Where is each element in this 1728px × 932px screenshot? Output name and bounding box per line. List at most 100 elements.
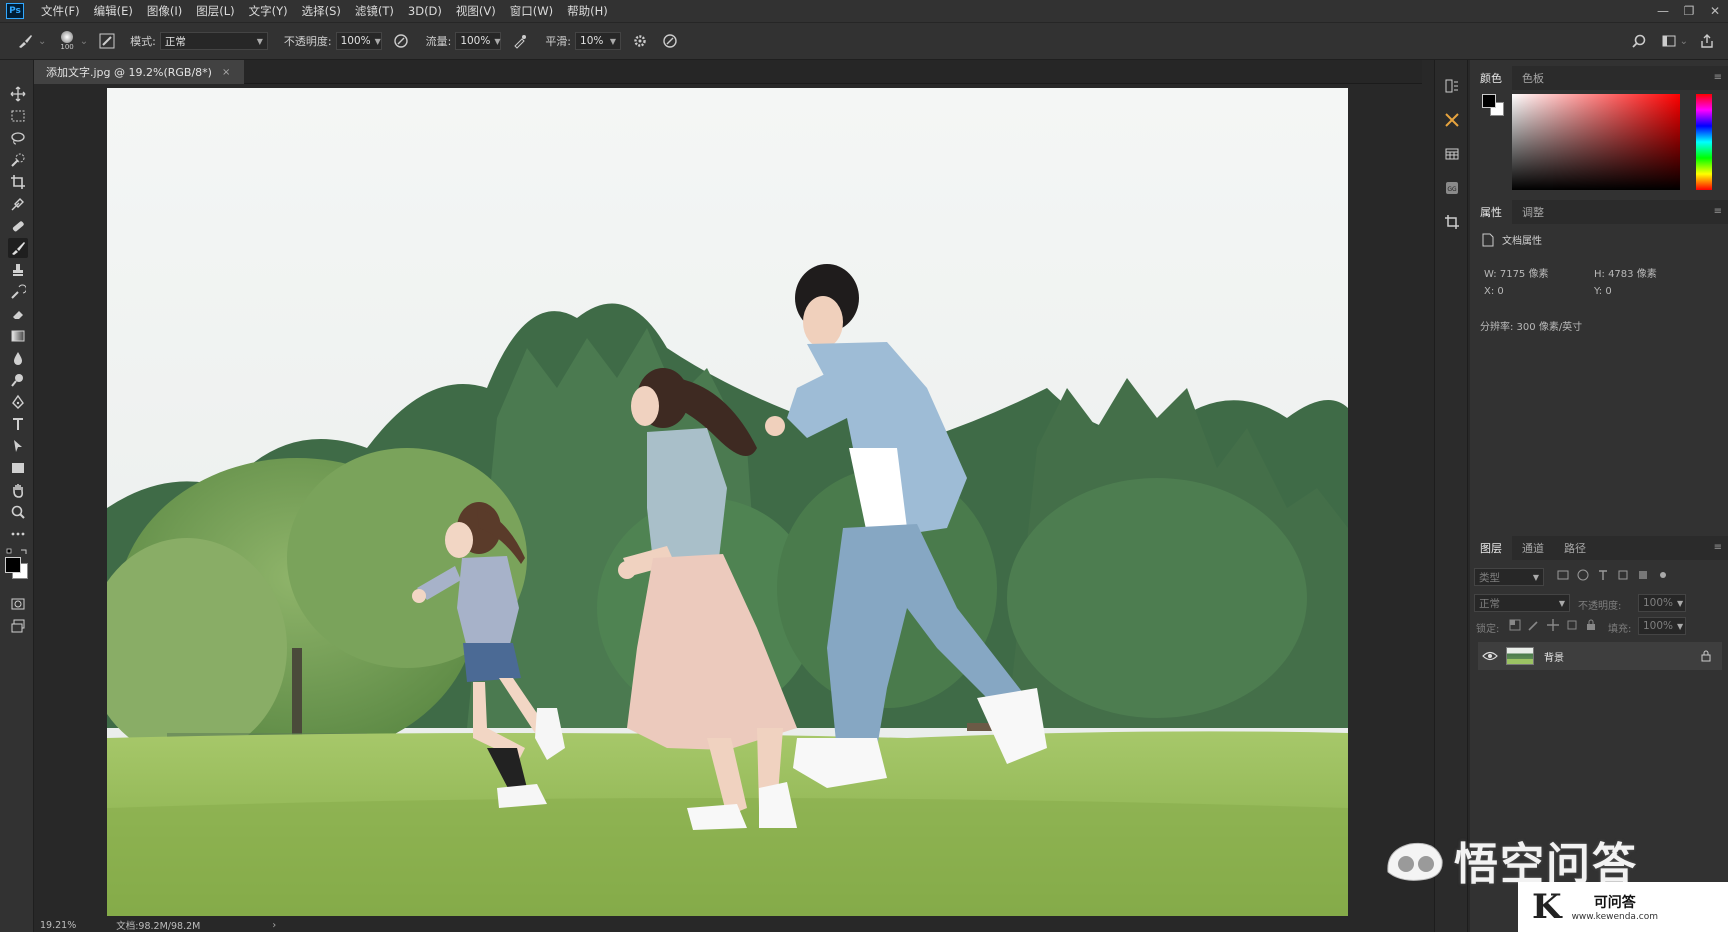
menu-edit[interactable]: 编辑(E): [87, 3, 140, 19]
layer-fill-input[interactable]: 100% ▼: [1638, 617, 1686, 635]
type-tool-icon[interactable]: [8, 414, 28, 434]
menu-file[interactable]: 文件(F): [34, 3, 87, 19]
close-icon[interactable]: ✕: [1702, 0, 1728, 22]
filter-smart-object-icon[interactable]: [1636, 568, 1650, 582]
layer-row-background[interactable]: 背景: [1478, 642, 1722, 670]
lock-artboard-icon[interactable]: [1565, 618, 1579, 632]
workspace-icon[interactable]: [1658, 30, 1680, 52]
search-icon[interactable]: [1628, 30, 1650, 52]
brush-settings-panel-icon[interactable]: [1442, 110, 1462, 130]
hand-tool-icon[interactable]: [8, 480, 28, 500]
color-panel-foreground-swatch[interactable]: [1482, 94, 1496, 108]
menu-help[interactable]: 帮助(H): [560, 3, 615, 19]
mode-select[interactable]: 正常 ▼: [159, 32, 268, 50]
zoom-level[interactable]: 19.21%: [40, 920, 76, 931]
filter-shape-icon[interactable]: [1616, 568, 1630, 582]
rectangle-tool-icon[interactable]: [8, 458, 28, 478]
status-menu-arrow[interactable]: ›: [272, 920, 276, 931]
menu-image[interactable]: 图像(I): [140, 3, 189, 19]
chevron-down-icon[interactable]: ⌄: [38, 36, 46, 47]
crop-tool-icon[interactable]: [8, 172, 28, 192]
doc-y: Y: 0: [1594, 286, 1612, 297]
layer-filter-select[interactable]: 类型 ▼: [1474, 568, 1544, 586]
layer-blend-mode-select[interactable]: 正常 ▼: [1474, 594, 1570, 612]
quick-select-tool-icon[interactable]: [8, 150, 28, 170]
brush-size-picker[interactable]: 100: [60, 31, 74, 51]
pressure-size-icon[interactable]: [659, 30, 681, 52]
foreground-color-swatch[interactable]: [5, 557, 21, 573]
menu-window[interactable]: 窗口(W): [503, 3, 560, 19]
document-tab[interactable]: 添加文字.jpg @ 19.2%(RGB/8*) ×: [34, 60, 245, 84]
minimize-icon[interactable]: —: [1650, 0, 1676, 22]
quick-mask-icon[interactable]: [8, 594, 28, 614]
more-tools-icon[interactable]: [8, 524, 28, 544]
menu-3d[interactable]: 3D(D): [401, 4, 449, 18]
blur-tool-icon[interactable]: [8, 348, 28, 368]
filter-adjustment-icon[interactable]: [1576, 568, 1590, 582]
tab-properties[interactable]: 属性: [1470, 200, 1512, 224]
options-bar: ⌄ 100 ⌄ 模式: 正常 ▼ 不透明度: 100% ▼ 流量: 100% ▼ 平滑…: [0, 22, 1728, 60]
swap-colors-icon[interactable]: [6, 546, 30, 554]
filter-type-icon[interactable]: [1596, 568, 1610, 582]
tab-layers[interactable]: 图层: [1470, 536, 1512, 560]
brush-panel-toggle-icon[interactable]: [96, 30, 118, 52]
tab-paths[interactable]: 路径: [1554, 536, 1596, 560]
opacity-input[interactable]: 100% ▼: [335, 32, 382, 50]
tab-channels[interactable]: 通道: [1512, 536, 1554, 560]
eyedropper-tool-icon[interactable]: [8, 194, 28, 214]
pressure-opacity-icon[interactable]: [390, 30, 412, 52]
menu-view[interactable]: 视图(V): [449, 3, 503, 19]
menu-filter[interactable]: 滤镜(T): [348, 3, 401, 19]
eraser-tool-icon[interactable]: [8, 304, 28, 324]
panel-menu-icon[interactable]: ≡: [1714, 542, 1722, 553]
gear-icon[interactable]: [629, 30, 651, 52]
clone-stamp-tool-icon[interactable]: [8, 260, 28, 280]
menu-layer[interactable]: 图层(L): [189, 3, 241, 19]
move-tool-icon[interactable]: [8, 84, 28, 104]
table-panel-icon[interactable]: [1442, 144, 1462, 164]
menu-select[interactable]: 选择(S): [295, 3, 348, 19]
airbrush-icon[interactable]: [509, 30, 531, 52]
share-icon[interactable]: [1696, 30, 1718, 52]
lasso-tool-icon[interactable]: [8, 128, 28, 148]
pen-tool-icon[interactable]: [8, 392, 28, 412]
tab-color[interactable]: 颜色: [1470, 66, 1512, 90]
document-canvas[interactable]: [107, 88, 1348, 916]
smoothing-input[interactable]: 10% ▼: [575, 32, 622, 50]
close-tab-icon[interactable]: ×: [222, 67, 230, 78]
filter-toggle-icon[interactable]: [1656, 568, 1670, 582]
lock-position-icon[interactable]: [1546, 618, 1560, 632]
panel-menu-icon[interactable]: ≡: [1714, 72, 1722, 83]
eye-visibility-icon[interactable]: [1482, 650, 1498, 662]
brush-tool-preset-icon[interactable]: [14, 30, 36, 52]
color-picker-field[interactable]: [1512, 94, 1680, 190]
lock-all-icon[interactable]: [1584, 618, 1598, 632]
marquee-tool-icon[interactable]: [8, 106, 28, 126]
menu-type[interactable]: 文字(Y): [242, 3, 295, 19]
filter-pixel-icon[interactable]: [1556, 568, 1570, 582]
tab-swatches[interactable]: 色板: [1512, 66, 1554, 90]
photo-family-running-on-grass: [107, 88, 1348, 916]
lock-icon[interactable]: [1700, 650, 1712, 662]
healing-brush-tool-icon[interactable]: [8, 216, 28, 236]
hue-slider[interactable]: [1696, 94, 1712, 190]
restore-icon[interactable]: ❐: [1676, 0, 1702, 22]
history-brush-tool-icon[interactable]: [8, 282, 28, 302]
libraries-panel-icon[interactable]: GG: [1442, 178, 1462, 198]
panel-menu-icon[interactable]: ≡: [1714, 206, 1722, 217]
history-panel-icon[interactable]: [1442, 76, 1462, 96]
dodge-tool-icon[interactable]: [8, 370, 28, 390]
path-select-tool-icon[interactable]: [8, 436, 28, 456]
layer-opacity-input[interactable]: 100% ▼: [1638, 594, 1686, 612]
chevron-down-icon[interactable]: ⌄: [1680, 36, 1688, 47]
brush-tool-icon[interactable]: [8, 238, 28, 258]
zoom-tool-icon[interactable]: [8, 502, 28, 522]
lock-pixels-icon[interactable]: [1527, 618, 1541, 632]
tab-adjustments[interactable]: 调整: [1512, 200, 1554, 224]
screen-mode-icon[interactable]: [8, 616, 28, 636]
lock-transparent-icon[interactable]: [1508, 618, 1522, 632]
chevron-down-icon[interactable]: ⌄: [80, 36, 88, 47]
crop-panel-icon[interactable]: [1442, 212, 1462, 232]
gradient-tool-icon[interactable]: [8, 326, 28, 346]
flow-input[interactable]: 100% ▼: [455, 32, 502, 50]
